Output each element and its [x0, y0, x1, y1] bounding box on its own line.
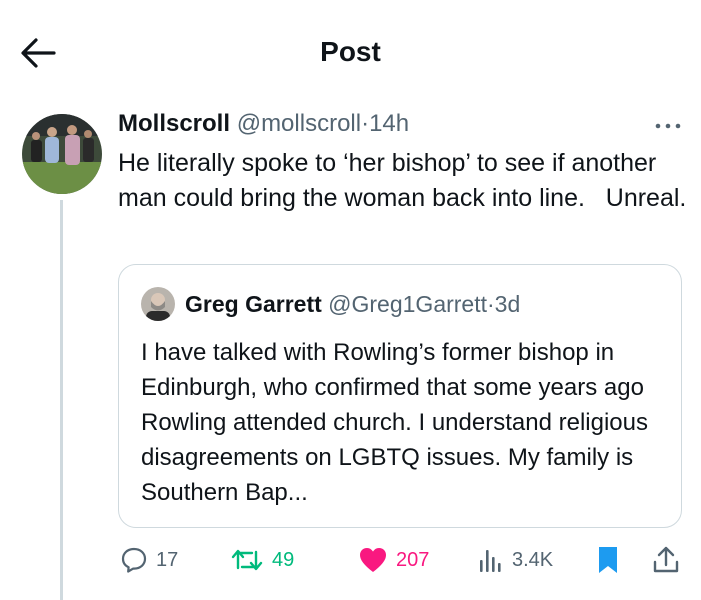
post-time[interactable]: 14h	[369, 110, 409, 137]
repost-icon	[231, 549, 263, 571]
views-chart-icon	[480, 550, 501, 572]
quoted-user-handle[interactable]: @Greg1Garrett	[328, 291, 487, 317]
quoted-display-name[interactable]: Greg Garrett	[185, 291, 322, 317]
repost-button[interactable]: 49	[230, 544, 294, 576]
quoted-post-time[interactable]: 3d	[495, 291, 521, 317]
bookmark-icon	[599, 547, 617, 573]
views-button[interactable]: 3.4K	[476, 544, 553, 576]
like-button[interactable]: 207	[358, 544, 429, 576]
reply-icon	[121, 547, 147, 573]
top-bar: Post	[0, 0, 701, 100]
quoted-separator-dot: ·	[487, 291, 495, 317]
more-options-icon[interactable]	[652, 118, 684, 134]
avatar[interactable]	[22, 114, 102, 194]
action-bar: 17 49 207 3.4K	[118, 540, 688, 580]
reply-button[interactable]: 17	[120, 544, 178, 576]
heart-icon	[360, 548, 386, 572]
reply-count: 17	[156, 548, 179, 571]
post-text: He literally spoke to ‘her bishop’ to se…	[118, 149, 687, 212]
quoted-author-line: Greg Garrett @Greg1Garrett·3d	[185, 291, 520, 318]
repost-count: 49	[272, 548, 295, 571]
post-author-line: Mollscroll @mollscroll·14h	[118, 110, 409, 138]
page-title: Post	[320, 36, 381, 67]
quoted-post-text: I have talked with Rowling’s former bish…	[141, 339, 648, 506]
thread-line	[60, 200, 63, 600]
display-name[interactable]: Mollscroll	[118, 110, 230, 137]
like-count: 207	[396, 548, 430, 571]
share-button[interactable]	[652, 544, 680, 576]
separator-dot: ·	[361, 110, 370, 137]
user-handle[interactable]: @mollscroll	[237, 110, 361, 137]
share-icon	[653, 546, 679, 573]
quoted-avatar[interactable]	[141, 287, 175, 321]
quoted-post[interactable]: Greg Garrett @Greg1Garrett·3d I have tal…	[118, 264, 682, 528]
bookmark-button[interactable]	[596, 544, 620, 576]
view-count: 3.4K	[512, 548, 554, 571]
